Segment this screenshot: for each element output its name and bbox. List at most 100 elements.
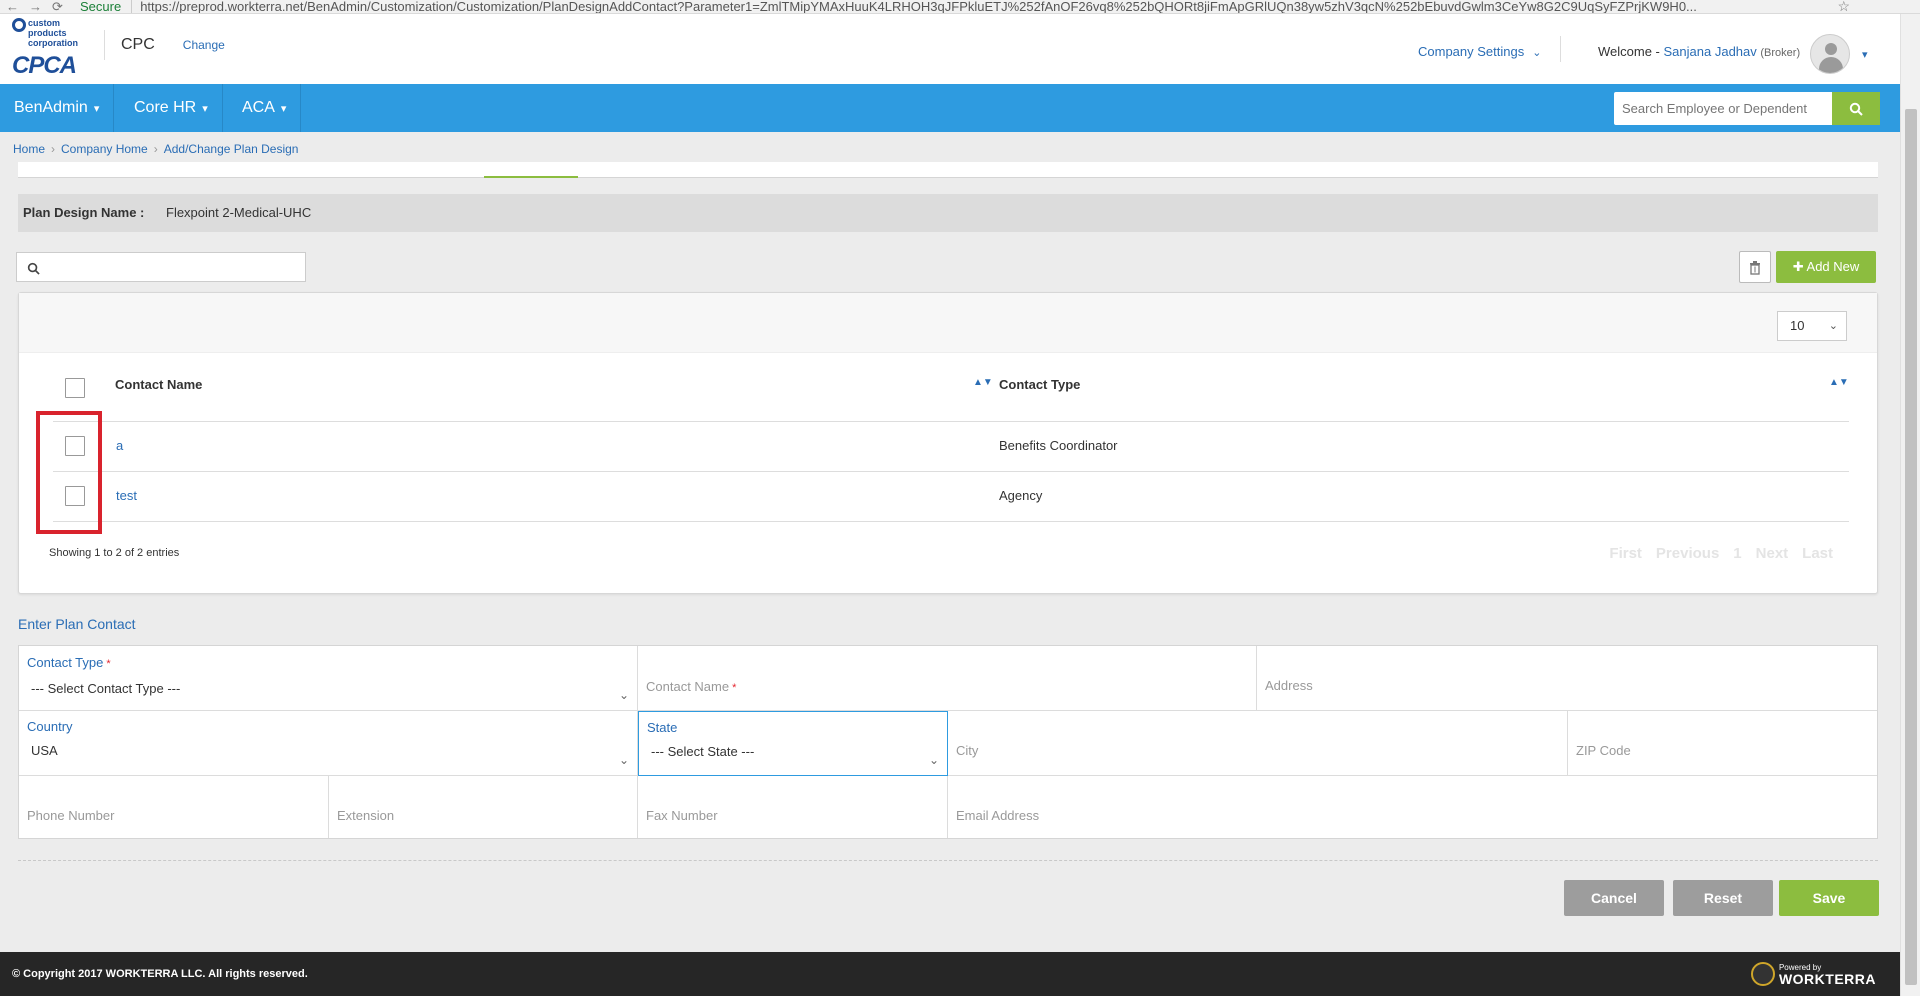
header-divider — [1560, 36, 1561, 62]
form-divider — [18, 860, 1878, 861]
state-select[interactable]: --- Select State --- — [647, 744, 939, 759]
page-length-value: 10 — [1790, 318, 1805, 333]
table-toolbar: 10 ⌄ — [19, 293, 1877, 353]
country-label: Country — [27, 719, 73, 734]
reset-button[interactable]: Reset — [1673, 880, 1773, 916]
required-mark: * — [732, 682, 737, 694]
change-company-link[interactable]: Change — [183, 38, 225, 52]
pager-first[interactable]: First — [1609, 545, 1642, 562]
select-all-checkbox[interactable] — [65, 378, 85, 398]
trash-icon — [1750, 260, 1760, 275]
logo-wordmark: CPCA — [12, 52, 77, 79]
row-divider — [53, 471, 1849, 472]
state-field[interactable]: State --- Select State --- ⌄ — [638, 711, 948, 776]
email-address-label: Email Address — [956, 808, 1040, 823]
phone-number-field[interactable]: Phone Number — [19, 776, 329, 838]
scrollbar-thumb[interactable] — [1905, 109, 1917, 985]
search-icon — [27, 262, 40, 275]
address-field[interactable]: Address — [1257, 646, 1877, 711]
city-label: City — [956, 743, 979, 758]
pager-last[interactable]: Last — [1802, 545, 1833, 562]
contact-name-field[interactable]: Contact Name * — [638, 646, 1257, 711]
breadcrumb-add-change-plan-design[interactable]: Add/Change Plan Design — [164, 142, 299, 156]
nav-benadmin[interactable]: BenAdmin ▾ — [0, 84, 115, 132]
add-new-button[interactable]: ✚ Add New — [1776, 251, 1876, 283]
chevron-down-icon: ⌄ — [928, 753, 939, 767]
app-header: custom products corporation CPCA CPC Cha… — [0, 14, 1900, 84]
avatar[interactable] — [1810, 34, 1850, 74]
phone-number-label: Phone Number — [27, 808, 115, 823]
page-scrollbar[interactable] — [1900, 14, 1920, 996]
delete-button[interactable] — [1739, 251, 1771, 283]
table-search-input[interactable] — [16, 252, 306, 282]
search-button[interactable] — [1832, 92, 1880, 125]
tab-strip — [18, 162, 1878, 178]
column-header-contact-type[interactable]: Contact Type — [999, 377, 1080, 392]
chevron-down-icon: ▾ — [280, 103, 287, 115]
zip-code-field[interactable]: ZIP Code — [1568, 711, 1877, 776]
sort-icon[interactable]: ▲▼ — [1829, 377, 1849, 388]
breadcrumb-separator-icon: › — [153, 142, 158, 156]
pager-next[interactable]: Next — [1756, 545, 1789, 562]
nav-aca-label: ACA — [242, 99, 275, 116]
fax-number-field[interactable]: Fax Number — [638, 776, 948, 838]
nav-aca[interactable]: ACA ▾ — [228, 84, 302, 132]
contact-name-link[interactable]: test — [116, 488, 137, 503]
user-menu-chevron-icon[interactable]: ▾ — [1862, 48, 1868, 61]
plan-contact-form: Contact Type * --- Select Contact Type --… — [18, 645, 1878, 839]
plan-design-label: Plan Design Name : — [23, 205, 145, 220]
header-divider — [53, 421, 1849, 422]
bookmark-star-icon[interactable]: ☆ — [1837, 0, 1850, 13]
breadcrumb-home[interactable]: Home — [13, 142, 45, 156]
nav-core-hr-label: Core HR — [134, 99, 197, 116]
pager-previous[interactable]: Previous — [1656, 545, 1719, 562]
country-field[interactable]: Country USA ⌄ — [19, 711, 638, 776]
pager-page-1[interactable]: 1 — [1733, 545, 1741, 562]
powered-by-badge: Powered by WORKTERRA — [1750, 960, 1876, 988]
form-title: Enter Plan Contact — [18, 616, 136, 632]
contact-type-field[interactable]: Contact Type * --- Select Contact Type --… — [19, 646, 638, 711]
contact-name-label: Contact Name — [646, 679, 730, 694]
required-mark: * — [106, 658, 111, 670]
column-header-contact-name[interactable]: Contact Name — [115, 377, 202, 392]
email-address-field[interactable]: Email Address — [948, 776, 1877, 838]
cancel-button[interactable]: Cancel — [1564, 880, 1664, 916]
logo-tagline: custom products corporation — [28, 18, 79, 48]
avatar-body-icon — [1819, 57, 1843, 73]
plan-design-name-bar: Plan Design Name : Flexpoint 2-Medical-U… — [18, 194, 1878, 232]
row-divider — [53, 521, 1849, 522]
chevron-down-icon: ▾ — [202, 103, 208, 115]
state-label: State — [647, 720, 678, 735]
contact-type-select[interactable]: --- Select Contact Type --- — [27, 681, 629, 696]
company-settings-menu[interactable]: Company Settings ⌄ — [1418, 44, 1541, 59]
page-footer: © Copyright 2017 WORKTERRA LLC. All righ… — [0, 952, 1900, 996]
city-field[interactable]: City — [948, 711, 1568, 776]
page-length-select[interactable]: 10 ⌄ — [1777, 311, 1847, 341]
browser-nav-icons[interactable]: ←→⟳ — [0, 0, 80, 13]
user-name[interactable]: Sanjana Jadhav — [1664, 44, 1757, 59]
extension-label: Extension — [337, 808, 395, 823]
browser-address-bar: ←→⟳ Secure https://preprod.workterra.net… — [0, 0, 1920, 14]
welcome-label: Welcome - — [1598, 44, 1660, 59]
company-switcher: CPC Change — [104, 30, 225, 60]
url-text[interactable]: https://preprod.workterra.net/BenAdmin/C… — [140, 0, 1697, 13]
pagination: First Previous 1 Next Last — [1609, 545, 1833, 562]
extension-field[interactable]: Extension — [329, 776, 638, 838]
breadcrumb-company-home[interactable]: Company Home — [61, 142, 148, 156]
country-select[interactable]: USA — [27, 743, 629, 758]
chevron-down-icon: ⌄ — [1828, 320, 1838, 332]
employee-search-input[interactable] — [1614, 92, 1832, 125]
sort-icon[interactable]: ▲▼ — [973, 377, 993, 388]
nav-core-hr[interactable]: Core HR ▾ — [120, 84, 223, 132]
company-logo: custom products corporation CPCA — [12, 18, 90, 79]
zip-code-label: ZIP Code — [1576, 743, 1631, 758]
highlight-annotation-box — [36, 411, 102, 534]
breadcrumb: Home › Company Home › Add/Change Plan De… — [13, 142, 298, 156]
contact-name-link[interactable]: a — [116, 438, 123, 453]
chevron-down-icon: ⌄ — [618, 688, 629, 702]
address-label: Address — [1265, 678, 1313, 693]
save-button[interactable]: Save — [1779, 880, 1879, 916]
company-settings-label: Company Settings — [1418, 44, 1525, 59]
chevron-down-icon: ⌄ — [618, 753, 629, 767]
main-navbar: BenAdmin ▾ Core HR ▾ ACA ▾ — [0, 84, 1900, 132]
